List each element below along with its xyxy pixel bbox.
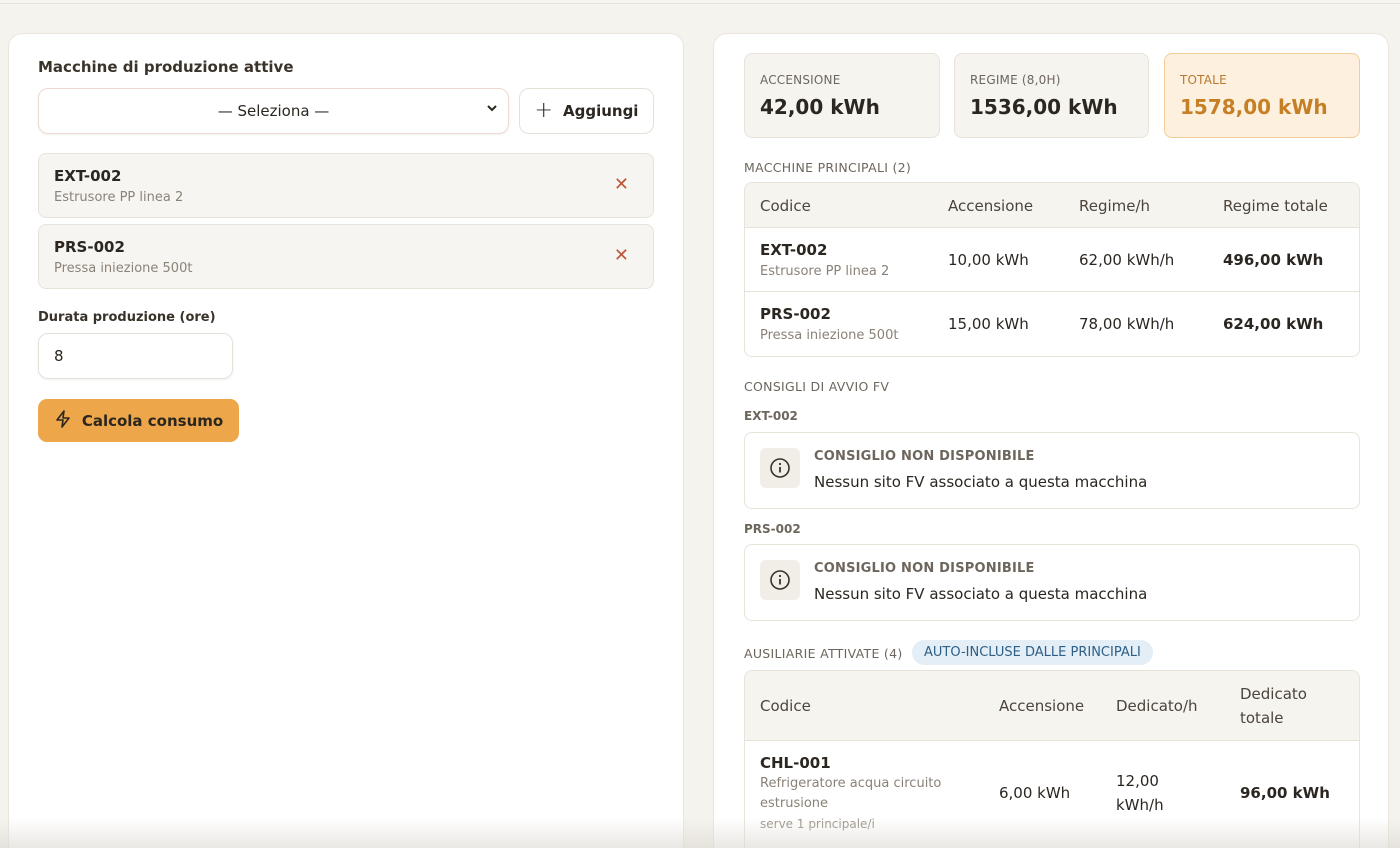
add-machine-button[interactable]: + Aggiungi: [519, 88, 654, 134]
column-header: Codice: [760, 697, 811, 715]
column-header: totale: [1240, 709, 1284, 727]
column-header: Dedicato/h: [1116, 697, 1198, 715]
advice-title: CONSIGLIO NON DISPONIBILE: [814, 561, 1035, 576]
row-description: estrusione: [760, 796, 829, 811]
section-title: Macchine di produzione attive: [38, 58, 294, 76]
info-icon: [760, 560, 800, 600]
total-stat-card: TOTALE 1578,00 kWh: [1164, 53, 1360, 138]
selected-machine-card: PRS-002 Pressa iniezione 500t ✕: [38, 224, 654, 289]
advice-title: CONSIGLIO NON DISPONIBILE: [814, 449, 1035, 464]
column-header: Regime totale: [1223, 197, 1328, 215]
advice-machine-label: EXT-002: [744, 409, 798, 423]
advice-text: Nessun sito FV associato a questa macchi…: [814, 473, 1148, 491]
row-total: 624,00 kWh: [1223, 315, 1324, 333]
row-description: Estrusore PP linea 2: [760, 264, 890, 279]
stat-label: ACCENSIONE: [760, 73, 841, 87]
duration-value: 8: [54, 347, 64, 365]
row-rate: 12,00: [1116, 772, 1159, 790]
advice-machine-label: PRS-002: [744, 522, 801, 536]
row-rate: 78,00 kWh/h: [1079, 315, 1175, 333]
column-header: Accensione: [999, 697, 1085, 715]
row-rate-unit: kWh/h: [1116, 796, 1164, 814]
row-startup: 10,00 kWh: [948, 251, 1029, 269]
auto-included-badge: AUTO-INCLUSE DALLE PRINCIPALI: [912, 640, 1153, 665]
calculate-button[interactable]: Calcola consumo: [38, 399, 239, 442]
stat-value: 1578,00 kWh: [1180, 95, 1328, 119]
advice-heading: CONSIGLI DI AVVIO FV: [744, 379, 890, 394]
main-machines-heading: MACCHINE PRINCIPALI (2): [744, 160, 912, 175]
duration-input[interactable]: 8: [38, 333, 233, 379]
aux-table: Codice Accensione Dedicato/h Dedicato to…: [744, 670, 1360, 848]
table-header: Codice Accensione Regime/h Regime totale: [745, 183, 1359, 228]
startup-stat-card: ACCENSIONE 42,00 kWh: [744, 53, 940, 138]
info-icon: [760, 448, 800, 488]
stat-label: TOTALE: [1180, 73, 1227, 87]
advice-card: CONSIGLIO NON DISPONIBILE Nessun sito FV…: [744, 544, 1360, 621]
column-header: Dedicato: [1240, 685, 1307, 703]
row-startup: 15,00 kWh: [948, 315, 1029, 333]
main-machines-table: Codice Accensione Regime/h Regime totale…: [744, 182, 1360, 357]
regime-stat-card: REGIME (8,0H) 1536,00 kWh: [954, 53, 1149, 138]
selected-machine-card: EXT-002 Estrusore PP linea 2 ✕: [38, 153, 654, 218]
stat-value: 42,00 kWh: [760, 95, 880, 119]
row-rate: 62,00 kWh/h: [1079, 251, 1175, 269]
machine-selection-panel: Macchine di produzione attive — Selezion…: [8, 33, 684, 848]
aux-heading: AUSILIARIE ATTIVATE (4): [744, 646, 903, 661]
advice-card: CONSIGLIO NON DISPONIBILE Nessun sito FV…: [744, 432, 1360, 509]
advice-text: Nessun sito FV associato a questa macchi…: [814, 585, 1148, 603]
row-startup: 6,00 kWh: [999, 784, 1071, 802]
row-note: serve 1 principale/i: [760, 817, 875, 831]
machine-description: Pressa iniezione 500t: [54, 261, 193, 276]
stat-label: REGIME (8,0H): [970, 73, 1061, 87]
close-icon[interactable]: ✕: [614, 174, 629, 195]
machine-select-value: — Seleziona —: [217, 102, 330, 120]
table-header: Codice Accensione Dedicato/h Dedicato to…: [745, 671, 1359, 741]
column-header: Codice: [760, 197, 811, 215]
plus-icon: +: [534, 98, 553, 123]
row-code: PRS-002: [760, 305, 831, 323]
row-code: CHL-001: [760, 754, 831, 772]
add-machine-label: Aggiungi: [562, 102, 639, 120]
row-total: 496,00 kWh: [1223, 251, 1324, 269]
row-total: 96,00 kWh: [1240, 784, 1330, 802]
row-code: EXT-002: [760, 241, 828, 259]
chevron-down-icon: [486, 102, 498, 118]
row-description: Pressa iniezione 500t: [760, 328, 899, 343]
close-icon[interactable]: ✕: [614, 245, 629, 266]
calculate-label: Calcola consumo: [81, 411, 224, 430]
stat-value: 1536,00 kWh: [970, 95, 1118, 119]
row-divider: [745, 291, 1359, 292]
duration-label: Durata produzione (ore): [38, 310, 216, 325]
column-header: Regime/h: [1079, 197, 1151, 215]
column-header: Accensione: [948, 197, 1034, 215]
row-description: Refrigeratore acqua circuito: [760, 776, 942, 791]
top-border: [0, 0, 1400, 4]
lightning-icon: [54, 409, 72, 432]
machine-select[interactable]: — Seleziona —: [38, 88, 509, 134]
machine-code: EXT-002: [54, 167, 122, 185]
machine-description: Estrusore PP linea 2: [54, 190, 184, 205]
results-panel: ACCENSIONE 42,00 kWh REGIME (8,0H) 1536,…: [713, 33, 1389, 848]
machine-code: PRS-002: [54, 238, 125, 256]
